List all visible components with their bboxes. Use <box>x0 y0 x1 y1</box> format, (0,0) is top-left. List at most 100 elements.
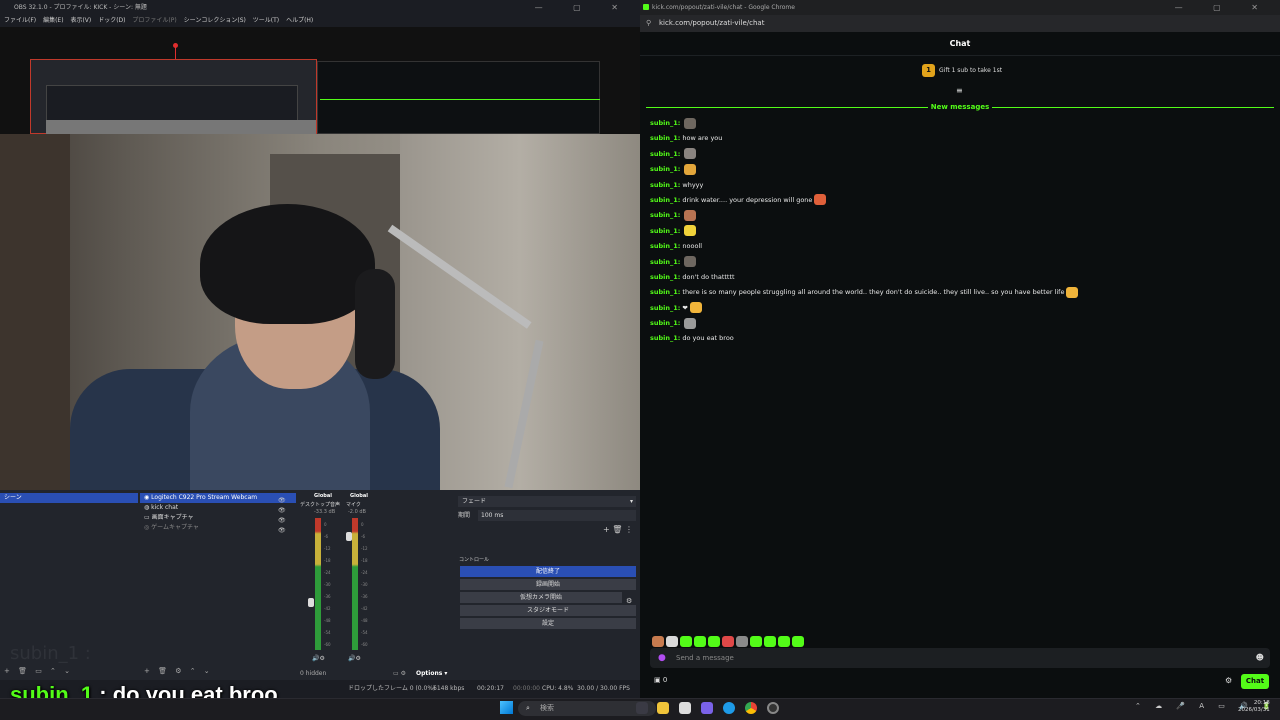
emote-shortcut-icon[interactable] <box>750 636 762 647</box>
mixer-channel-1-name[interactable]: デスクトップ音声 <box>300 501 340 508</box>
settings-button[interactable]: 設定 <box>460 618 636 629</box>
chat-username[interactable]: subin_1: <box>650 242 680 250</box>
status-fps: 30.00 / 30.00 FPS <box>577 685 630 692</box>
menu-profile[interactable]: プロファイル(P) <box>132 17 176 24</box>
transition-select[interactable]: フェード ▾ <box>458 496 636 507</box>
stop-stream-button[interactable]: 配信終了 <box>460 566 636 577</box>
store-icon[interactable] <box>679 702 691 714</box>
mixer-channel-1-mute-icon[interactable]: 🔊⚙ <box>312 655 325 662</box>
task-view-icon[interactable] <box>636 702 648 714</box>
chat-username[interactable]: subin_1: <box>650 165 680 173</box>
emote-shortcut-icon[interactable] <box>680 636 692 647</box>
source-item-game-capture[interactable]: ◎ ゲームキャプチャ <box>140 523 296 533</box>
chat-username[interactable]: subin_1: <box>650 319 680 327</box>
chat-text: noooll <box>682 242 703 251</box>
emote-shortcut-icon[interactable] <box>694 636 706 647</box>
source-item-screen-capture[interactable]: ▭ 画面キャプチャ <box>140 513 296 523</box>
mixer-toolbar-icons[interactable]: ▭ ⚙ <box>393 670 406 677</box>
emoji-icon[interactable]: ☻ <box>1256 648 1264 668</box>
chat-message: subin_1: noooll <box>650 239 1270 254</box>
emote-shortcut-icon[interactable] <box>666 636 678 647</box>
status-dropped-frames: ドロップしたフレーム 0 (0.0%) <box>348 685 436 692</box>
chat-username[interactable]: subin_1: <box>650 227 680 235</box>
file-explorer-icon[interactable] <box>657 702 669 714</box>
source-item-kick-chat[interactable]: ◍ kick chat <box>140 503 296 513</box>
emote-picker-icon[interactable]: ● <box>658 648 666 668</box>
transition-duration-input[interactable]: 100 ms <box>478 510 636 521</box>
menu-file[interactable]: ファイル(F) <box>4 17 36 24</box>
menu-edit[interactable]: 編集(E) <box>43 17 63 24</box>
filter-icon[interactable]: ≡ <box>956 86 963 95</box>
chrome-icon[interactable] <box>745 702 757 714</box>
scene-toolbar[interactable]: + 🗑 ▭ ⌃ ⌄ <box>4 667 73 675</box>
faded-chat-name: subin_1 : <box>10 643 91 664</box>
send-chat-button[interactable]: Chat <box>1241 674 1269 689</box>
emote-shortcut-icon[interactable] <box>792 636 804 647</box>
mixer-tick-label: -36 <box>324 594 331 599</box>
window-controls[interactable]: — ▢ ✕ <box>535 0 632 15</box>
edge-icon[interactable] <box>723 702 735 714</box>
mixer-channel-1-fader[interactable] <box>308 598 314 607</box>
emote-shortcut-icon[interactable] <box>764 636 776 647</box>
menu-help[interactable]: ヘルプ(H) <box>286 17 313 24</box>
mixer-tick-label: -48 <box>324 618 331 623</box>
chat-username[interactable]: subin_1: <box>650 288 680 296</box>
emote-shortcut-icon[interactable] <box>736 636 748 647</box>
mixer-tick-label: -30 <box>324 582 331 587</box>
taskbar-clock[interactable]: 20:18 2026/03/31 <box>1238 700 1270 714</box>
chat-username[interactable]: subin_1: <box>650 273 680 281</box>
gift-icon[interactable]: ▣ <box>654 676 663 684</box>
obs-icon[interactable] <box>767 702 779 714</box>
chat-username[interactable]: subin_1: <box>650 196 680 204</box>
menu-scene-collection[interactable]: シーンコレクション(S) <box>184 17 246 24</box>
chat-username[interactable]: subin_1: <box>650 334 680 342</box>
mixer-channel-2-mute-icon[interactable]: 🔊⚙ <box>348 655 361 662</box>
chat-message: subin_1: <box>650 116 1270 131</box>
mixer-channel-2-name[interactable]: マイク <box>346 501 361 508</box>
source-toolbar[interactable]: + 🗑 ⚙ ⌃ ⌄ <box>144 667 213 675</box>
chat-username[interactable]: subin_1: <box>650 211 680 219</box>
studio-mode-button[interactable]: スタジオモード <box>460 605 636 616</box>
mixer-tick-label: -6 <box>361 534 365 539</box>
chat-username[interactable]: subin_1: <box>650 181 680 189</box>
copilot-icon[interactable] <box>701 702 713 714</box>
chat-username[interactable]: subin_1: <box>650 119 680 127</box>
source-item-webcam[interactable]: ◉ Logitech C922 Pro Stream Webcam <box>140 493 296 503</box>
mixer-tick-label: -24 <box>361 570 368 575</box>
mixer-channel-2-fader[interactable] <box>346 532 352 541</box>
site-info-icon[interactable]: ⚲ <box>646 15 651 32</box>
menu-tools[interactable]: ツール(T) <box>253 17 279 24</box>
chat-input[interactable]: ● Send a message ☻ <box>650 648 1270 668</box>
menu-view[interactable]: 表示(V) <box>70 17 91 24</box>
mixer-tick-label: -6 <box>324 534 328 539</box>
menu-dock[interactable]: ドック(D) <box>98 17 125 24</box>
mixer-options-button[interactable]: Options ▾ <box>416 670 447 677</box>
status-kbps: 6148 kbps <box>433 685 465 692</box>
chat-username[interactable]: subin_1: <box>650 134 680 142</box>
chat-text: there is so many people struggling all a… <box>682 288 1065 297</box>
status-cpu: CPU: 4.8% <box>542 685 574 692</box>
gift-banner[interactable]: 1 Gift 1 sub to take 1st <box>922 64 1002 78</box>
mixer-tick-label: -42 <box>361 606 368 611</box>
emote-shortcut-icon[interactable] <box>722 636 734 647</box>
address-bar[interactable]: ⚲ kick.com/popout/zati-vile/chat <box>640 15 1280 32</box>
status-stream-time: 00:20:17 <box>477 685 504 692</box>
start-icon[interactable] <box>500 701 513 714</box>
virtual-camera-gear-icon[interactable]: ⚙ <box>626 597 632 605</box>
scene-item[interactable]: シーン <box>0 493 138 503</box>
transition-add-icon[interactable]: + 🗑 ⋮ <box>603 525 633 534</box>
chat-settings-icon[interactable]: ⚙ <box>1225 676 1232 685</box>
start-virtual-camera-button[interactable]: 仮想カメラ開始 <box>460 592 622 603</box>
chat-text: do you eat broo <box>682 334 734 343</box>
start-recording-button[interactable]: 録画開始 <box>460 579 636 590</box>
chrome-title: kick.com/popout/zati-vile/chat - Google … <box>652 4 795 11</box>
emote-shortcut-icon[interactable] <box>652 636 664 647</box>
emote-shortcut-icon[interactable] <box>778 636 790 647</box>
chat-username[interactable]: subin_1: <box>650 150 680 158</box>
chat-username[interactable]: subin_1: <box>650 304 680 312</box>
emote-shortcut-icon[interactable] <box>708 636 720 647</box>
chat-username[interactable]: subin_1: <box>650 258 680 266</box>
chrome-window-controls[interactable]: — ▢ ✕ <box>1175 0 1272 15</box>
chat-message: subin_1: <box>650 162 1270 177</box>
visibility-lock-icons[interactable]: 👁 👁 👁 👁 <box>278 496 286 536</box>
